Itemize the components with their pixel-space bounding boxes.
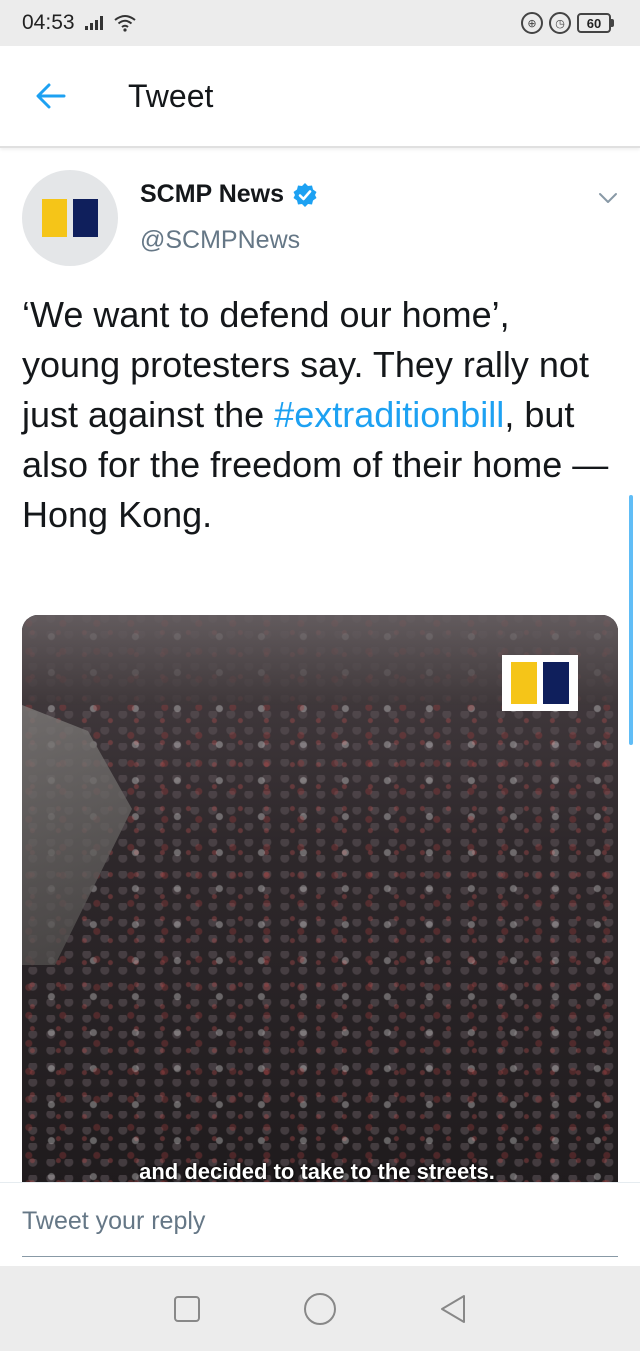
system-nav-bar bbox=[0, 1266, 640, 1351]
status-bar: 04:53 ⊕ ◷ 60 bbox=[0, 0, 640, 46]
back-button[interactable] bbox=[20, 65, 82, 127]
battery-level: 60 bbox=[577, 13, 611, 33]
triangle-back-icon bbox=[441, 1294, 466, 1323]
circle-icon bbox=[303, 1292, 336, 1325]
square-icon bbox=[173, 1295, 200, 1322]
tweet-video[interactable]: and decided to take to the streets. bbox=[22, 615, 618, 1185]
battery-icon: 60 bbox=[577, 13, 614, 33]
page-title: Tweet bbox=[128, 77, 214, 114]
scrollbar[interactable] bbox=[629, 495, 633, 745]
arrow-left-icon bbox=[36, 83, 66, 109]
home-button[interactable] bbox=[300, 1289, 340, 1329]
status-right: ⊕ ◷ 60 bbox=[521, 12, 614, 34]
lock-rotation-icon: ⊕ bbox=[521, 12, 543, 34]
status-left: 04:53 bbox=[22, 11, 137, 35]
app-header: Tweet bbox=[0, 46, 640, 148]
chevron-down-icon[interactable] bbox=[596, 186, 620, 210]
logo-yellow-block bbox=[42, 199, 67, 237]
nav-back-button[interactable] bbox=[433, 1289, 473, 1329]
reply-input[interactable]: Tweet your reply bbox=[22, 1207, 618, 1257]
scmp-watermark bbox=[502, 655, 578, 711]
hashtag-link[interactable]: #extraditionbill bbox=[274, 394, 504, 435]
signal-icon bbox=[84, 16, 103, 30]
author-handle[interactable]: @SCMPNews bbox=[140, 226, 300, 255]
tweet-text: ‘We want to defend our home’, young prot… bbox=[22, 290, 612, 540]
recent-apps-button[interactable] bbox=[167, 1289, 207, 1329]
clock: 04:53 bbox=[22, 11, 75, 34]
alarm-icon: ◷ bbox=[549, 12, 571, 34]
avatar[interactable] bbox=[22, 170, 118, 266]
author-name[interactable]: SCMP News bbox=[140, 180, 318, 209]
author-name-label: SCMP News bbox=[140, 180, 285, 208]
verified-badge-icon bbox=[293, 182, 317, 207]
wifi-icon bbox=[113, 15, 136, 32]
reply-bar: Tweet your reply bbox=[0, 1182, 640, 1266]
logo-navy-block bbox=[73, 199, 98, 237]
